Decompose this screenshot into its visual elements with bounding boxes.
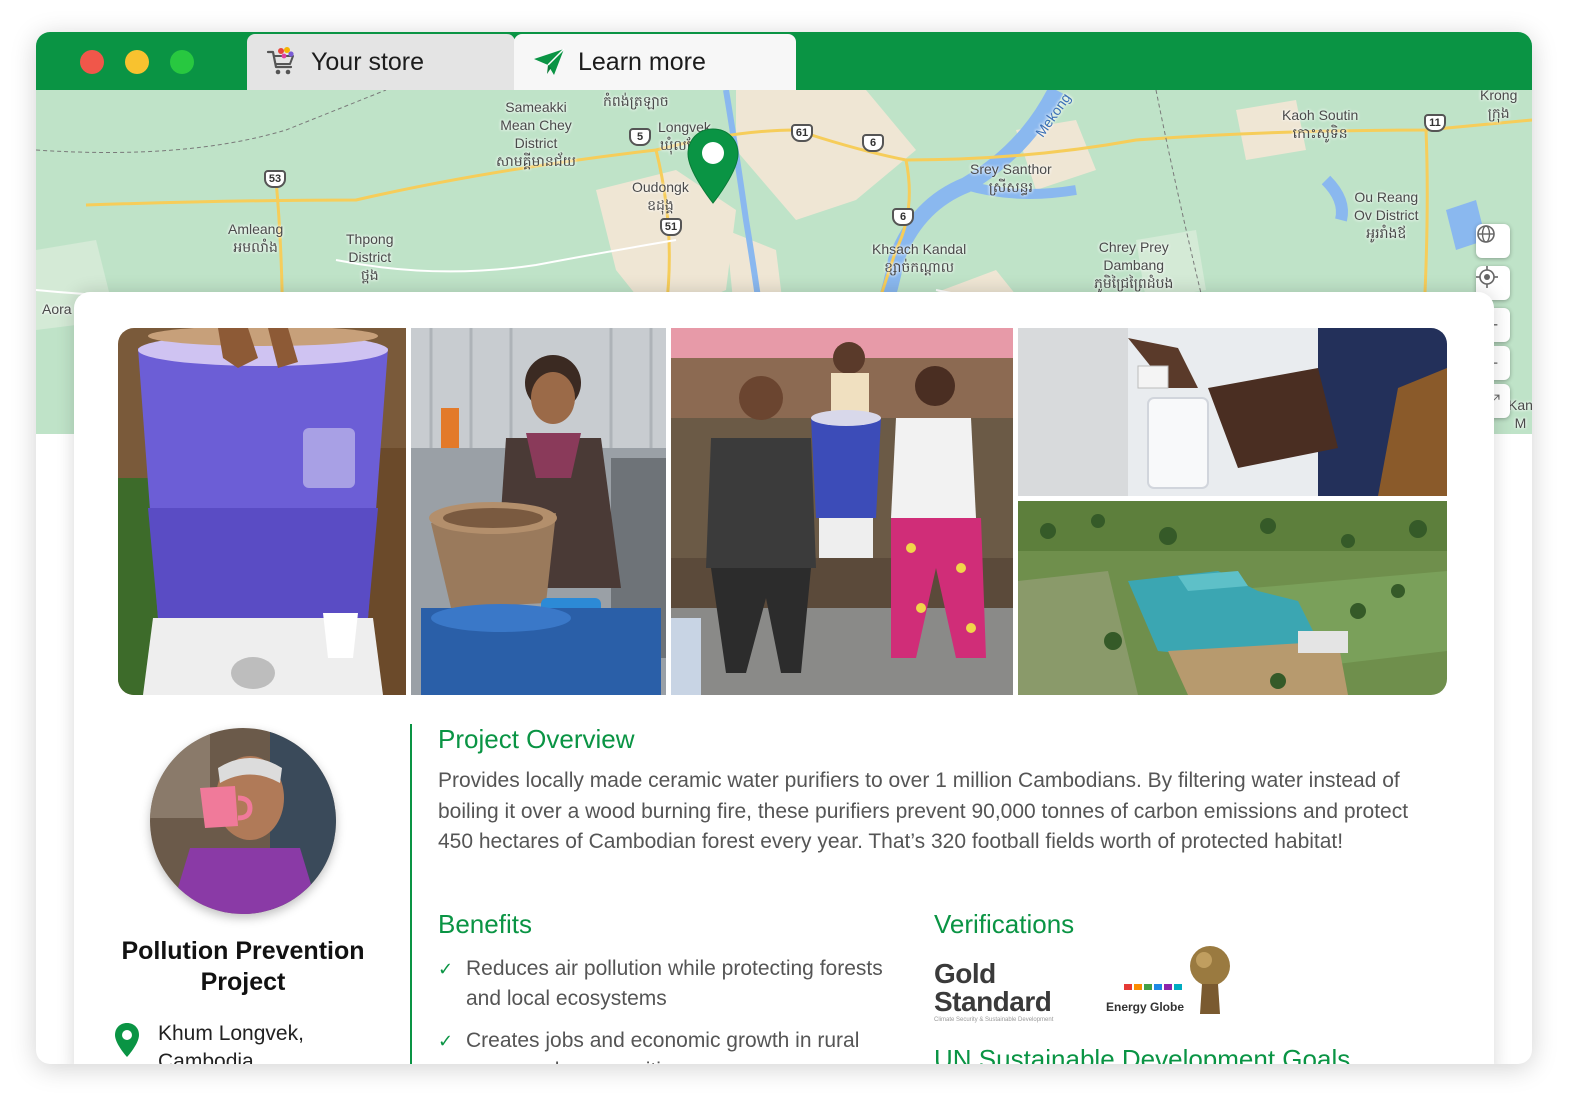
road-shield-6b: 6 (892, 208, 914, 226)
divider (410, 724, 412, 1064)
map-label-oudongk: Oudongk ឧដុង្គ (632, 179, 689, 213)
factory-aerial-photo (1018, 501, 1447, 695)
checkmark-icon: ✓ (438, 959, 454, 979)
map-label-thpong: Thpong District ថ្ពង (346, 231, 394, 283)
drinking-water-photo (1018, 328, 1447, 496)
map-label-srey-santhor: Srey Santhor ស្រីសន្ធរ (970, 161, 1052, 195)
tab-your-store[interactable]: Your store (247, 34, 515, 90)
benefit-item: ✓ Reduces air pollution while protecting… (438, 954, 886, 1014)
map-label-kan: Kan M (1508, 397, 1532, 431)
map-label-ou-reang: Ou Reang Ov District អូររាំងឪ (1354, 189, 1419, 241)
gold-standard-line2: Standard (934, 986, 1052, 1017)
water-purifier-photo (118, 328, 406, 695)
project-title: Pollution Prevention Project (121, 937, 365, 996)
overview-heading: Project Overview (438, 724, 635, 754)
location-pin-icon (114, 1022, 142, 1063)
road-shield-53: 53 (264, 170, 286, 188)
globe-icon[interactable] (1476, 224, 1510, 258)
benefit-text: Reduces air pollution while protecting f… (466, 957, 883, 1010)
sdg-heading: UN Sustainable Development Goals (934, 1044, 1351, 1064)
map-label-kampong: កំពង់ត្រឡាច (603, 93, 669, 109)
checkmark-icon: ✓ (438, 1031, 454, 1051)
road-shield-5: 5 (629, 128, 651, 146)
location-text: Khum Longvek, Cambodia (158, 1022, 304, 1064)
tab-learn-more-label: Learn more (578, 47, 706, 76)
tab-learn-more[interactable]: Learn more (514, 34, 796, 90)
family-photo (671, 328, 1013, 695)
road-shield-61: 61 (791, 124, 813, 142)
close-window-button[interactable] (80, 50, 104, 74)
benefits-heading: Benefits (438, 909, 532, 939)
tab-your-store-label: Your store (311, 47, 425, 76)
map-label-khsach-kandal: Khsach Kandal ខ្សាច់កណ្ដាល (872, 241, 967, 275)
overview-text: Provides locally made ceramic water puri… (438, 769, 1409, 853)
gold-standard-line1: Gold (934, 958, 996, 989)
energy-globe-logo: Energy Globe (1104, 944, 1244, 1026)
avatar (150, 728, 336, 914)
map-label-amleang: Amleang អមលាំង (228, 221, 284, 255)
maximize-window-button[interactable] (170, 50, 194, 74)
benefit-item: ✓ Creates jobs and economic growth in ru… (438, 1026, 886, 1064)
gold-standard-logo: Gold Standard Climate Security & Sustain… (934, 960, 1053, 1024)
road-shield-6a: 6 (862, 134, 884, 152)
title-bar: Your store Learn more (36, 32, 1532, 90)
potter-photo (411, 328, 666, 695)
minimize-window-button[interactable] (125, 50, 149, 74)
road-shield-11: 11 (1424, 114, 1446, 132)
map-label-kaoh-soutin: Kaoh Soutin កោះសូទិន (1282, 107, 1359, 141)
verifications-heading: Verifications (934, 909, 1075, 939)
map-label-krong: Krong ក្រុង (1480, 90, 1518, 121)
map-label-chrey-prey: Chrey Prey Dambang ភូមិជ្រៃព្រៃដំបង (1094, 239, 1174, 291)
project-location: Khum Longvek, Cambodia (114, 1020, 348, 1064)
road-shield-51: 51 (660, 218, 682, 236)
gold-standard-sub: Climate Security & Sustainable Developme… (934, 1017, 1054, 1023)
map-label-aora: Aora (42, 301, 72, 317)
shopping-cart-icon (265, 45, 299, 79)
benefit-text: Creates jobs and economic growth in rura… (466, 1029, 860, 1064)
map-label-sameakki: Sameakki Mean Chey District សាមគ្គីមានជ័យ (496, 99, 576, 169)
energy-globe-name: Energy Globe (1106, 1000, 1185, 1014)
project-card: Pollution Prevention Project Khum Longve… (74, 292, 1494, 1064)
paper-plane-icon (532, 45, 566, 79)
browser-window: Your store Learn more Sameakki Mean Chey… (36, 32, 1532, 1064)
